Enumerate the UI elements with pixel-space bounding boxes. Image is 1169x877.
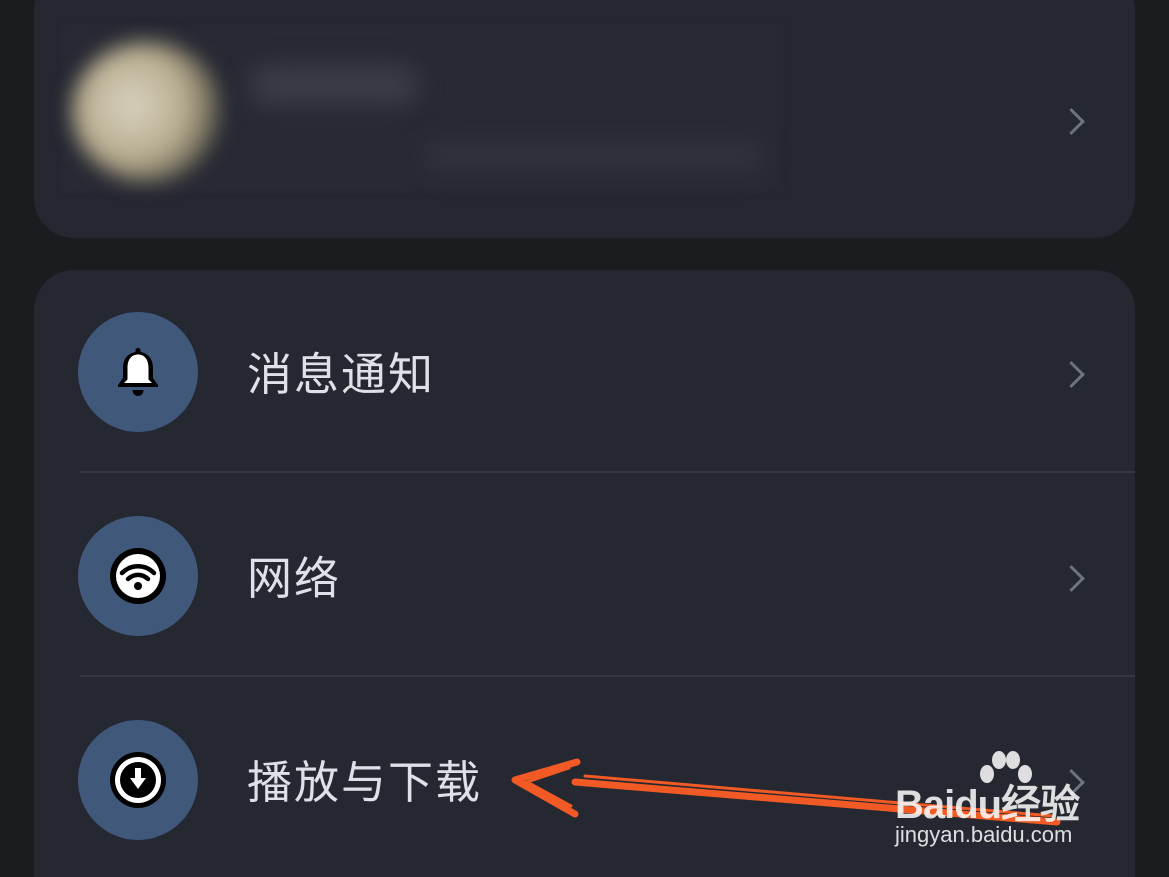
- wifi-icon: [110, 548, 166, 604]
- profile-name-blurred: [249, 65, 419, 105]
- chevron-right-icon: [1058, 108, 1085, 135]
- chevron-right-icon: [1058, 361, 1085, 388]
- download-icon-badge: [78, 720, 198, 840]
- chevron-right-icon: [1058, 565, 1085, 592]
- network-icon-badge: [78, 516, 198, 636]
- profile-detail-blurred: [424, 140, 764, 172]
- divider: [80, 471, 1135, 473]
- download-icon: [110, 752, 166, 808]
- avatar: [72, 42, 222, 182]
- watermark-url: jingyan.baidu.com: [895, 822, 1073, 847]
- settings-item-label: 网络: [247, 552, 342, 605]
- profile-card[interactable]: [34, 0, 1135, 238]
- settings-item-label: 消息通知: [247, 348, 436, 401]
- settings-item-network[interactable]: 网络: [34, 474, 1135, 678]
- settings-page: 消息通知 网络 播放与下载 Baidu经验 jingyan.baidu.com: [0, 0, 1169, 877]
- settings-item-label: 播放与下载: [247, 756, 483, 809]
- divider: [80, 675, 1135, 677]
- bell-icon: [118, 348, 158, 396]
- settings-item-notifications[interactable]: 消息通知: [34, 270, 1135, 474]
- baidu-jingyan-watermark: Baidu经验 jingyan.baidu.com: [895, 750, 1115, 860]
- notification-icon-badge: [78, 312, 198, 432]
